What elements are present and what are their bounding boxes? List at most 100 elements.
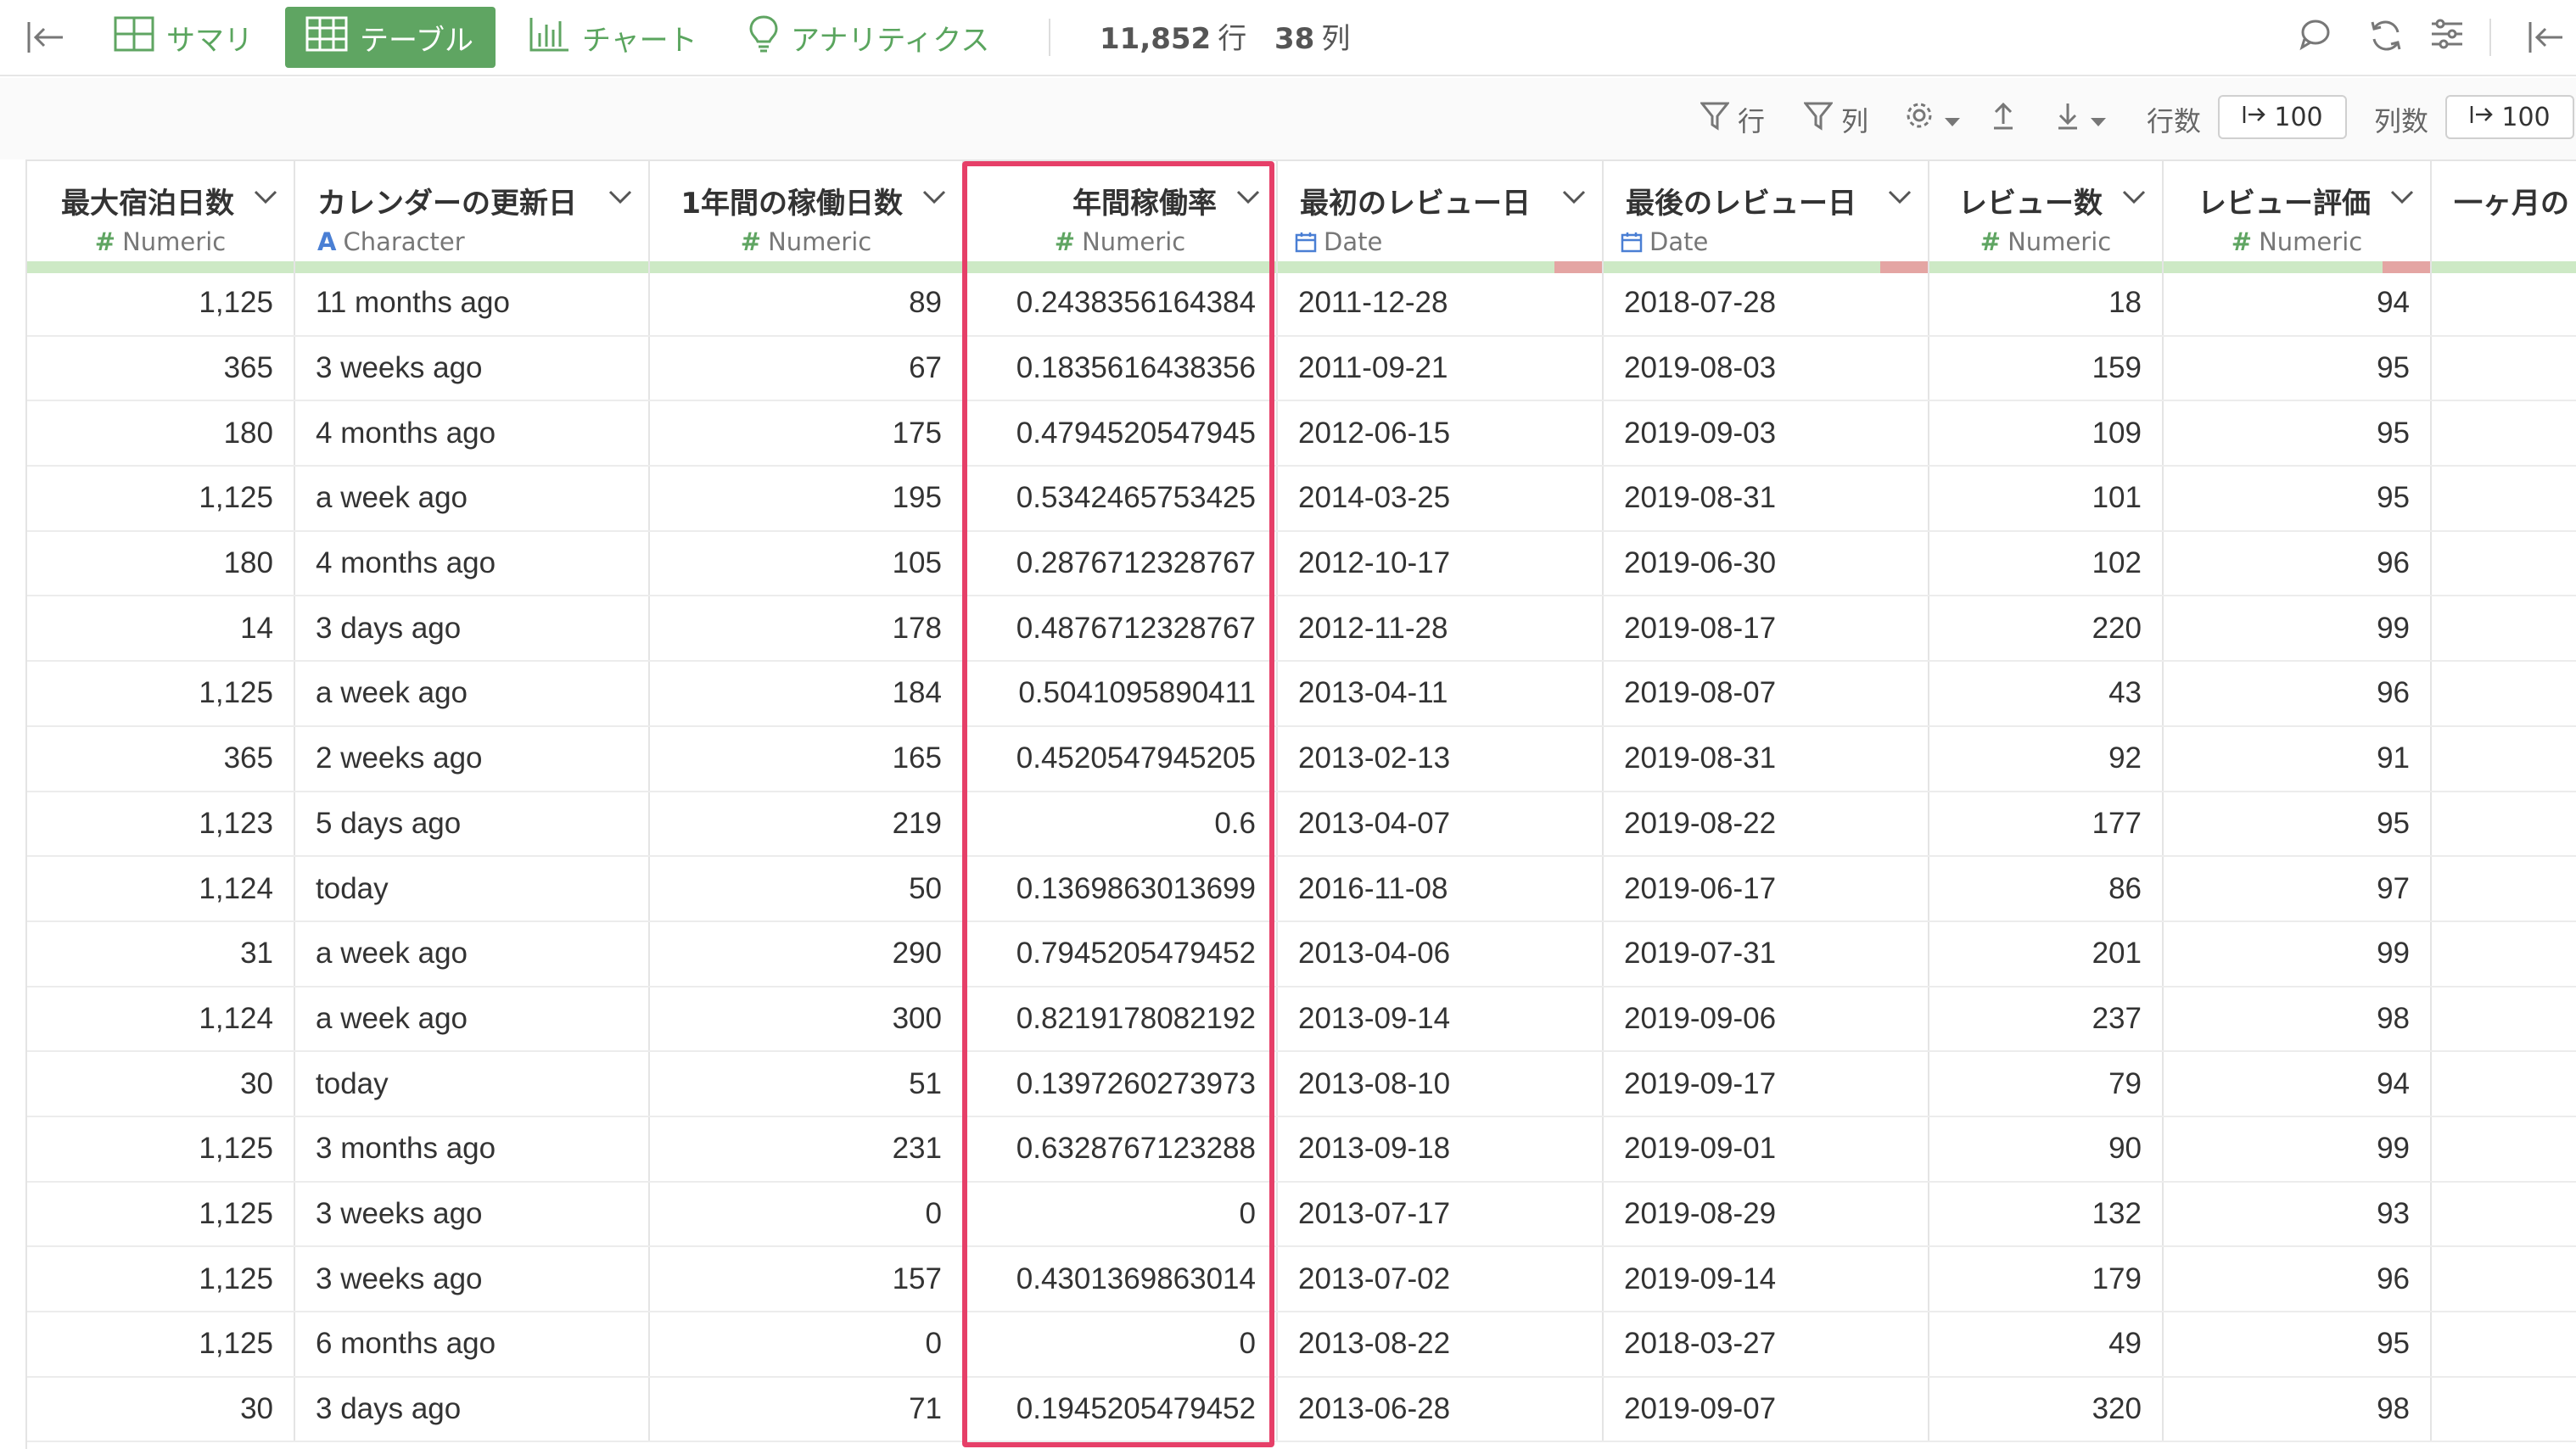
table-cell[interactable]: 220 bbox=[1929, 596, 2164, 661]
table-cell[interactable]: 159 bbox=[1929, 336, 2164, 400]
table-cell[interactable]: 14 bbox=[27, 596, 295, 661]
table-cell[interactable]: 2012-06-15 bbox=[1278, 401, 1604, 466]
table-cell[interactable] bbox=[2432, 792, 2576, 856]
table-cell[interactable]: 92 bbox=[1929, 726, 2164, 791]
column-header[interactable]: レビュー評価 # Numeric bbox=[2164, 161, 2432, 273]
table-cell[interactable]: 101 bbox=[1929, 467, 2164, 530]
table-cell[interactable]: 2 weeks ago bbox=[295, 726, 650, 791]
collapse-left-icon[interactable] bbox=[25, 19, 66, 59]
table-cell[interactable]: 178 bbox=[650, 596, 964, 661]
table-cell[interactable]: 91 bbox=[2164, 726, 2432, 791]
table-cell[interactable]: 0 bbox=[964, 1182, 1278, 1246]
tab-analytics[interactable]: アナリティクス bbox=[728, 7, 1010, 68]
table-cell[interactable]: 18 bbox=[1929, 271, 2164, 335]
table-cell[interactable]: 365 bbox=[27, 726, 295, 791]
chevron-down-icon[interactable] bbox=[1561, 188, 1587, 209]
table-cell[interactable] bbox=[2432, 987, 2576, 1051]
table-cell[interactable]: 99 bbox=[2164, 921, 2432, 986]
table-cell[interactable]: 0.2876712328767 bbox=[964, 531, 1278, 596]
gear-dropdown-button[interactable] bbox=[1904, 100, 1962, 137]
table-cell[interactable]: a week ago bbox=[295, 987, 650, 1051]
table-cell[interactable]: 11 months ago bbox=[295, 271, 650, 335]
table-cell[interactable]: today bbox=[295, 1052, 650, 1116]
comment-icon[interactable] bbox=[2298, 17, 2332, 54]
chevron-down-icon[interactable] bbox=[921, 188, 947, 209]
table-cell[interactable]: 184 bbox=[650, 662, 964, 725]
table-cell[interactable]: 96 bbox=[2164, 662, 2432, 725]
table-cell[interactable]: 1,125 bbox=[27, 1247, 295, 1311]
table-cell[interactable]: 201 bbox=[1929, 921, 2164, 986]
table-cell[interactable]: 2014-03-25 bbox=[1278, 467, 1604, 530]
table-cell[interactable]: 95 bbox=[2164, 336, 2432, 400]
column-header[interactable]: 1年間の稼働日数 # Numeric bbox=[650, 161, 964, 273]
table-cell[interactable]: 2019-08-31 bbox=[1604, 467, 1929, 530]
table-cell[interactable]: 95 bbox=[2164, 1312, 2432, 1376]
table-cell[interactable]: 179 bbox=[1929, 1247, 2164, 1311]
table-cell[interactable]: 3 weeks ago bbox=[295, 1247, 650, 1311]
table-cell[interactable]: 231 bbox=[650, 1116, 964, 1181]
table-cell[interactable] bbox=[2432, 1312, 2576, 1376]
table-cell[interactable] bbox=[2432, 1378, 2576, 1441]
table-cell[interactable]: 2019-09-17 bbox=[1604, 1052, 1929, 1116]
table-cell[interactable]: 2013-06-28 bbox=[1278, 1377, 1604, 1441]
table-cell[interactable]: 86 bbox=[1929, 857, 2164, 920]
table-cell[interactable]: 1,125 bbox=[27, 1182, 295, 1246]
table-cell[interactable]: 0.6 bbox=[964, 792, 1278, 856]
filter-rows-button[interactable]: 行 bbox=[1699, 100, 1765, 139]
table-cell[interactable]: 30 bbox=[27, 1052, 295, 1116]
table-cell[interactable]: 2019-08-31 bbox=[1604, 726, 1929, 791]
table-cell[interactable]: 290 bbox=[650, 921, 964, 986]
table-cell[interactable]: 1,125 bbox=[27, 271, 295, 335]
collapse-right-icon[interactable] bbox=[2525, 19, 2566, 59]
table-cell[interactable]: 98 bbox=[2164, 987, 2432, 1051]
table-cell[interactable]: 320 bbox=[1929, 1377, 2164, 1441]
table-cell[interactable] bbox=[2432, 1052, 2576, 1116]
chevron-down-icon[interactable] bbox=[2389, 188, 2415, 209]
table-cell[interactable]: 365 bbox=[27, 336, 295, 400]
table-cell[interactable]: 2019-09-01 bbox=[1604, 1116, 1929, 1181]
column-header[interactable]: レビュー数 # Numeric bbox=[1929, 161, 2164, 273]
table-cell[interactable]: 90 bbox=[1929, 1116, 2164, 1181]
table-cell[interactable]: 0 bbox=[964, 1312, 1278, 1376]
table-cell[interactable]: 1,125 bbox=[27, 1312, 295, 1376]
table-cell[interactable]: 0.4876712328767 bbox=[964, 596, 1278, 661]
table-cell[interactable]: 0.8219178082192 bbox=[964, 987, 1278, 1051]
table-cell[interactable]: 175 bbox=[650, 401, 964, 466]
table-cell[interactable] bbox=[2432, 727, 2576, 791]
table-cell[interactable]: 0 bbox=[650, 1312, 964, 1376]
table-cell[interactable]: 2016-11-08 bbox=[1278, 857, 1604, 920]
table-cell[interactable]: 2019-08-22 bbox=[1604, 792, 1929, 856]
table-cell[interactable]: 0.4301369863014 bbox=[964, 1247, 1278, 1311]
chevron-down-icon[interactable] bbox=[1235, 188, 1261, 209]
table-cell[interactable]: 2019-09-14 bbox=[1604, 1247, 1929, 1311]
filter-cols-button[interactable]: 列 bbox=[1802, 100, 1868, 139]
table-cell[interactable]: 1,125 bbox=[27, 662, 295, 725]
table-cell[interactable]: 300 bbox=[650, 987, 964, 1051]
table-cell[interactable]: today bbox=[295, 857, 650, 920]
table-cell[interactable]: 43 bbox=[1929, 662, 2164, 725]
table-cell[interactable]: 132 bbox=[1929, 1182, 2164, 1246]
table-cell[interactable] bbox=[2432, 596, 2576, 660]
table-cell[interactable] bbox=[2432, 662, 2576, 725]
table-cell[interactable]: 2013-07-02 bbox=[1278, 1247, 1604, 1311]
table-cell[interactable]: 4 months ago bbox=[295, 531, 650, 596]
table-cell[interactable]: 2012-10-17 bbox=[1278, 531, 1604, 596]
table-cell[interactable]: 2019-08-17 bbox=[1604, 596, 1929, 661]
table-cell[interactable]: 30 bbox=[27, 1377, 295, 1441]
table-cell[interactable]: 109 bbox=[1929, 401, 2164, 466]
tab-summary[interactable]: サマリ bbox=[93, 7, 273, 68]
table-cell[interactable]: 1,124 bbox=[27, 857, 295, 920]
table-cell[interactable]: 0.5342465753425 bbox=[964, 467, 1278, 530]
table-cell[interactable]: 2019-08-07 bbox=[1604, 662, 1929, 725]
download-button[interactable] bbox=[2055, 100, 2108, 137]
table-cell[interactable] bbox=[2432, 1247, 2576, 1311]
tab-table[interactable]: テーブル bbox=[285, 7, 496, 68]
table-cell[interactable]: 5 days ago bbox=[295, 792, 650, 856]
table-cell[interactable]: 3 weeks ago bbox=[295, 1182, 650, 1246]
table-cell[interactable]: 79 bbox=[1929, 1052, 2164, 1116]
table-cell[interactable]: 105 bbox=[650, 531, 964, 596]
table-cell[interactable] bbox=[2432, 1183, 2576, 1246]
column-header[interactable]: 最後のレビュー日 Date bbox=[1604, 161, 1929, 273]
table-cell[interactable]: 93 bbox=[2164, 1182, 2432, 1246]
table-cell[interactable]: 96 bbox=[2164, 531, 2432, 596]
